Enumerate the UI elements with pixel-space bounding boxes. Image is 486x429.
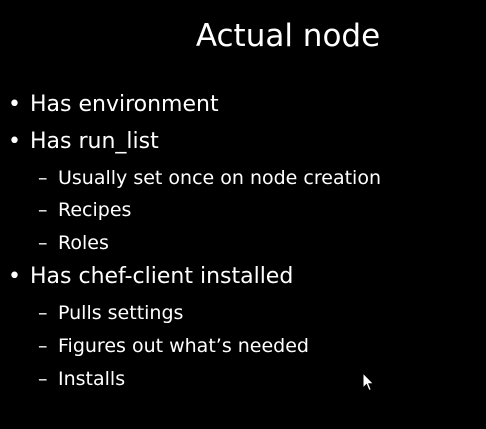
bullet-item: • Has chef-client installed	[8, 262, 293, 292]
sub-bullet-dash: –	[38, 302, 48, 324]
sub-bullet-dash: –	[38, 199, 48, 221]
bullet-dot: •	[8, 129, 21, 154]
sub-bullet-item: – Usually set once on node creation	[38, 165, 381, 191]
sub-bullet-text: Roles	[58, 232, 109, 254]
sub-bullet-item: – Figures out what’s needed	[38, 333, 309, 359]
sub-bullet-dash: –	[38, 167, 48, 189]
bullet-dot: •	[8, 92, 21, 117]
bullet-item: • Has environment	[8, 90, 219, 120]
mouse-pointer-icon	[362, 372, 374, 392]
bullet-text: Has run_list	[30, 129, 159, 154]
bullet-item: • Has run_list	[8, 127, 159, 157]
sub-bullet-dash: –	[38, 335, 48, 357]
sub-bullet-text: Installs	[58, 368, 126, 390]
sub-bullet-text: Recipes	[58, 199, 132, 221]
sub-bullet-dash: –	[38, 232, 48, 254]
bullet-text: Has environment	[30, 92, 219, 117]
sub-bullet-item: – Installs	[38, 366, 125, 392]
sub-bullet-text: Usually set once on node creation	[58, 167, 381, 189]
slide-title: Actual node	[195, 18, 381, 54]
sub-bullet-dash: –	[38, 368, 48, 390]
sub-bullet-text: Pulls settings	[58, 302, 184, 324]
slide: Actual node • Has environment • Has run_li…	[0, 0, 486, 429]
sub-bullet-item: – Roles	[38, 230, 109, 256]
sub-bullet-item: – Recipes	[38, 197, 131, 223]
sub-bullet-item: – Pulls settings	[38, 300, 183, 326]
sub-bullet-text: Figures out what’s needed	[58, 335, 309, 357]
bullet-dot: •	[8, 264, 21, 289]
bullet-text: Has chef-client installed	[30, 264, 294, 289]
